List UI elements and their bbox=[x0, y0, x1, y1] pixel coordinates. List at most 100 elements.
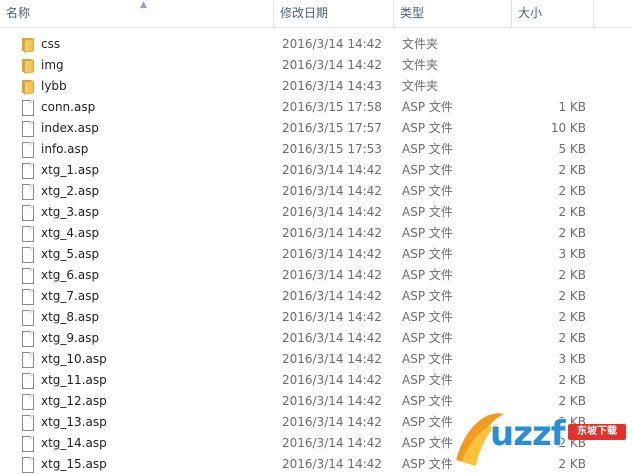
file-row[interactable]: xtg_10.asp 2016/3/14 14:42 ASP 文件 3 KB bbox=[0, 349, 632, 370]
file-icon bbox=[20, 205, 36, 221]
file-size: 3 KB bbox=[558, 352, 586, 366]
file-icon bbox=[20, 415, 36, 431]
watermark-logo: uzzf 东坡下载 bbox=[448, 400, 632, 475]
folder-icon bbox=[20, 37, 36, 53]
file-row[interactable]: xtg_1.asp 2016/3/14 14:42 ASP 文件 2 KB bbox=[0, 160, 632, 181]
file-row[interactable]: xtg_5.asp 2016/3/14 14:42 ASP 文件 3 KB bbox=[0, 244, 632, 265]
file-modified-date: 2016/3/14 14:42 bbox=[282, 394, 382, 408]
file-type: ASP 文件 bbox=[402, 436, 453, 450]
file-icon bbox=[20, 436, 36, 452]
folder-row[interactable]: img 2016/3/14 14:42 文件夹 bbox=[0, 55, 632, 76]
file-type: 文件夹 bbox=[402, 58, 439, 72]
file-icon bbox=[20, 247, 36, 263]
file-type: ASP 文件 bbox=[402, 415, 453, 429]
file-modified-date: 2016/3/15 17:58 bbox=[282, 100, 382, 114]
file-modified-date: 2016/3/14 14:42 bbox=[282, 205, 382, 219]
file-row[interactable]: xtg_7.asp 2016/3/14 14:42 ASP 文件 2 KB bbox=[0, 286, 632, 307]
file-name: xtg_6.asp bbox=[41, 268, 100, 282]
file-name: index.asp bbox=[41, 121, 99, 135]
file-type: ASP 文件 bbox=[402, 289, 453, 303]
file-size: 2 KB bbox=[558, 184, 586, 198]
file-size bbox=[500, 76, 586, 97]
file-icon bbox=[20, 100, 36, 116]
file-size: 10 KB bbox=[550, 121, 586, 135]
file-name: img bbox=[41, 58, 64, 72]
watermark-text: uzzf bbox=[490, 414, 566, 454]
watermark-badge: 东坡下载 bbox=[568, 424, 626, 440]
file-icon bbox=[20, 289, 36, 305]
file-type: ASP 文件 bbox=[402, 352, 453, 366]
column-header-bar: 名称 ▲ 修改日期 类型 大小 bbox=[0, 0, 632, 28]
column-header-name[interactable]: 名称 ▲ bbox=[0, 0, 274, 27]
file-row[interactable]: conn.asp 2016/3/15 17:58 ASP 文件 1 KB bbox=[0, 97, 632, 118]
file-modified-date: 2016/3/14 14:42 bbox=[282, 331, 382, 345]
folder-row[interactable]: lybb 2016/3/14 14:43 文件夹 bbox=[0, 76, 632, 97]
file-modified-date: 2016/3/14 14:42 bbox=[282, 352, 382, 366]
file-modified-date: 2016/3/14 14:42 bbox=[282, 268, 382, 282]
column-header-type[interactable]: 类型 bbox=[394, 0, 512, 27]
file-size: 2 KB bbox=[558, 331, 586, 345]
file-type: ASP 文件 bbox=[402, 205, 453, 219]
file-name: xtg_1.asp bbox=[41, 163, 100, 177]
file-icon bbox=[20, 268, 36, 284]
file-size: 2 KB bbox=[558, 310, 586, 324]
file-icon bbox=[20, 163, 36, 179]
file-type: 文件夹 bbox=[402, 79, 439, 93]
file-icon bbox=[20, 457, 36, 473]
file-icon bbox=[20, 184, 36, 200]
file-modified-date: 2016/3/14 14:42 bbox=[282, 37, 382, 51]
folder-row[interactable]: css 2016/3/14 14:42 文件夹 bbox=[0, 34, 632, 55]
folder-icon bbox=[20, 79, 36, 95]
file-modified-date: 2016/3/14 14:42 bbox=[282, 310, 382, 324]
file-modified-date: 2016/3/14 14:42 bbox=[282, 58, 382, 72]
file-size: 2 KB bbox=[558, 373, 586, 387]
file-type: ASP 文件 bbox=[402, 163, 453, 177]
file-size: 1 KB bbox=[558, 100, 586, 114]
file-row[interactable]: xtg_6.asp 2016/3/14 14:42 ASP 文件 2 KB bbox=[0, 265, 632, 286]
file-name: conn.asp bbox=[41, 100, 96, 114]
file-row[interactable]: index.asp 2016/3/15 17:57 ASP 文件 10 KB bbox=[0, 118, 632, 139]
file-size: 2 KB bbox=[558, 205, 586, 219]
file-modified-date: 2016/3/14 14:42 bbox=[282, 226, 382, 240]
file-modified-date: 2016/3/15 17:53 bbox=[282, 142, 382, 156]
file-row[interactable]: xtg_3.asp 2016/3/14 14:42 ASP 文件 2 KB bbox=[0, 202, 632, 223]
file-modified-date: 2016/3/14 14:43 bbox=[282, 79, 382, 93]
file-size: 2 KB bbox=[558, 226, 586, 240]
file-row[interactable]: xtg_11.asp 2016/3/14 14:42 ASP 文件 2 KB bbox=[0, 370, 632, 391]
file-row[interactable]: xtg_8.asp 2016/3/14 14:42 ASP 文件 2 KB bbox=[0, 307, 632, 328]
file-row[interactable]: xtg_9.asp 2016/3/14 14:42 ASP 文件 2 KB bbox=[0, 328, 632, 349]
folder-icon bbox=[20, 58, 36, 74]
file-icon bbox=[20, 310, 36, 326]
file-type: ASP 文件 bbox=[402, 226, 453, 240]
file-type: ASP 文件 bbox=[402, 268, 453, 282]
file-modified-date: 2016/3/14 14:42 bbox=[282, 373, 382, 387]
file-type: ASP 文件 bbox=[402, 100, 453, 114]
file-name: xtg_2.asp bbox=[41, 184, 100, 198]
file-type: ASP 文件 bbox=[402, 457, 453, 471]
file-name: css bbox=[41, 37, 61, 51]
file-name: xtg_8.asp bbox=[41, 310, 100, 324]
file-name: xtg_5.asp bbox=[41, 247, 100, 261]
column-header-name-label: 名称 bbox=[6, 6, 31, 20]
file-name: xtg_11.asp bbox=[41, 373, 107, 387]
file-row[interactable]: xtg_4.asp 2016/3/14 14:42 ASP 文件 2 KB bbox=[0, 223, 632, 244]
file-modified-date: 2016/3/14 14:42 bbox=[282, 415, 382, 429]
column-header-date[interactable]: 修改日期 bbox=[274, 0, 394, 27]
file-name: xtg_12.asp bbox=[41, 394, 107, 408]
file-name: xtg_9.asp bbox=[41, 331, 100, 345]
file-modified-date: 2016/3/14 14:42 bbox=[282, 436, 382, 450]
file-name: lybb bbox=[41, 79, 67, 93]
file-row[interactable]: xtg_2.asp 2016/3/14 14:42 ASP 文件 2 KB bbox=[0, 181, 632, 202]
file-size bbox=[500, 55, 586, 76]
file-type: ASP 文件 bbox=[402, 142, 453, 156]
file-icon bbox=[20, 394, 36, 410]
file-type: ASP 文件 bbox=[402, 394, 453, 408]
file-row[interactable]: info.asp 2016/3/15 17:53 ASP 文件 5 KB bbox=[0, 139, 632, 160]
file-icon bbox=[20, 373, 36, 389]
file-name: xtg_4.asp bbox=[41, 226, 100, 240]
sort-ascending-icon: ▲ bbox=[140, 0, 147, 10]
column-header-size[interactable]: 大小 bbox=[512, 0, 594, 27]
file-name: xtg_14.asp bbox=[41, 436, 107, 450]
file-size: 5 KB bbox=[558, 142, 586, 156]
file-type: ASP 文件 bbox=[402, 310, 453, 324]
